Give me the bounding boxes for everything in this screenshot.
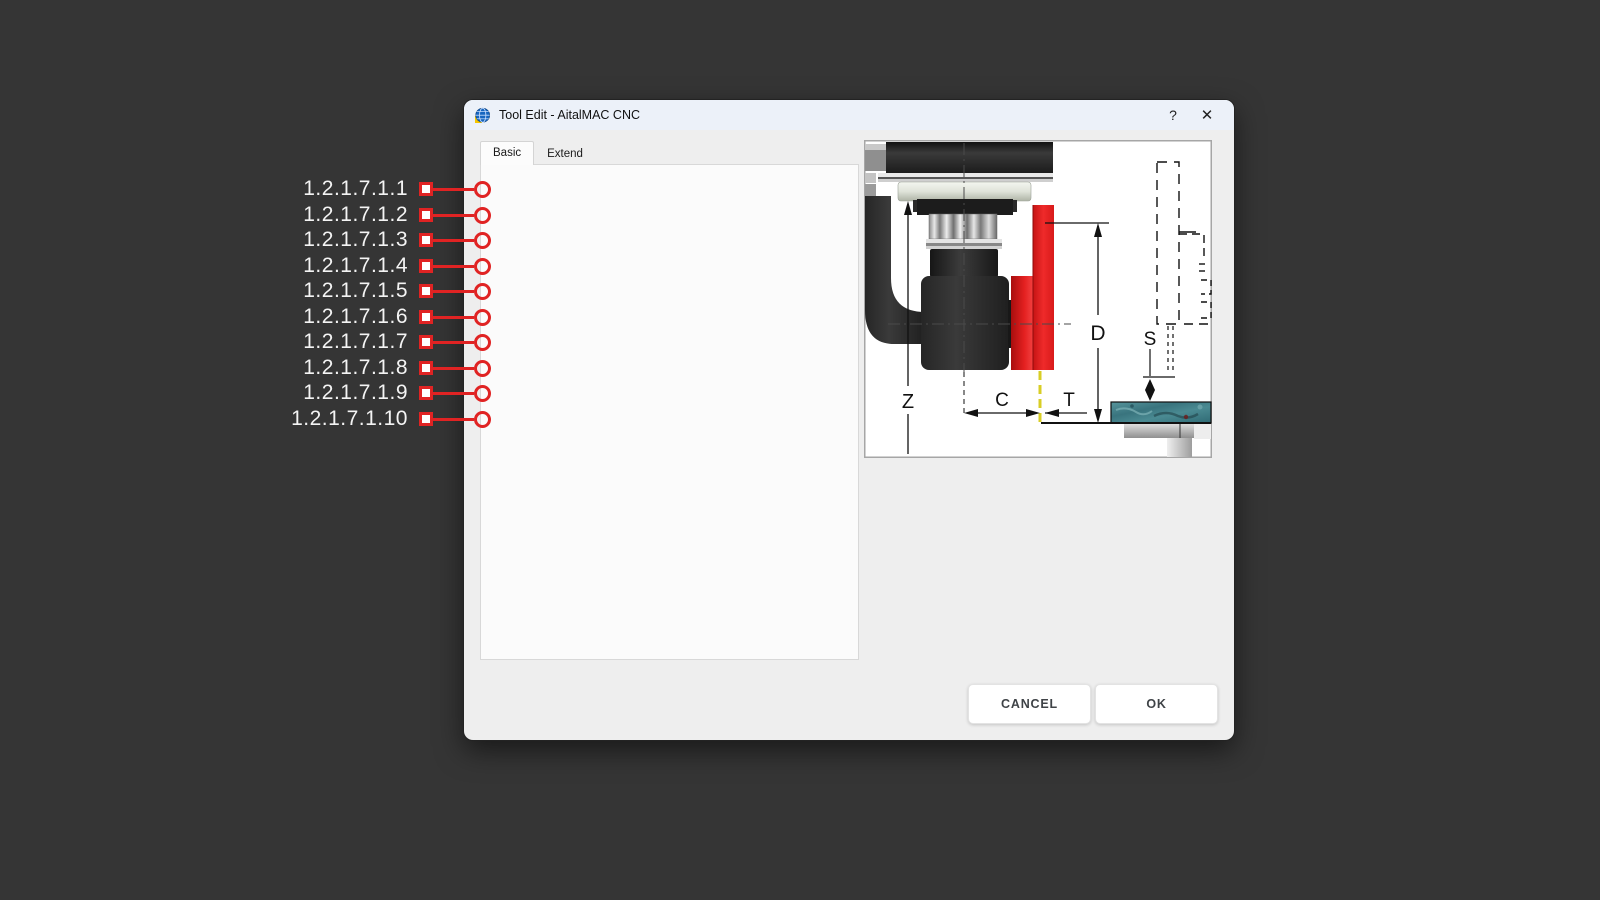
annotation-square-marker: [419, 361, 433, 375]
annotation-circle-marker: [474, 283, 491, 300]
annotation-label: 1.2.1.7.1.5: [303, 279, 408, 303]
annotation-square-marker: [419, 284, 433, 298]
annotation-row: 1.2.1.7.1.8: [140, 355, 491, 381]
annotation-circle-marker: [474, 411, 491, 428]
ok-button[interactable]: OK: [1095, 684, 1218, 724]
marble-slab: [1111, 402, 1211, 423]
annotation-row: 1.2.1.7.1.9: [140, 380, 491, 406]
annotation-circle-marker: [474, 232, 491, 249]
dimension-label-s: S: [1144, 329, 1157, 350]
annotation-circle-marker: [474, 181, 491, 198]
annotation-row: 1.2.1.7.1.4: [140, 253, 491, 279]
annotation-square-marker: [419, 233, 433, 247]
annotation-circle-marker: [474, 258, 491, 275]
annotation-label: 1.2.1.7.1.2: [303, 203, 408, 227]
annotation-label: 1.2.1.7.1.3: [303, 228, 408, 252]
annotation-leader-line: [433, 392, 474, 395]
blade-flange: [1011, 276, 1033, 370]
dimension-label-t: T: [1063, 390, 1075, 411]
annotation-leader-line: [433, 290, 474, 293]
dimension-label-z: Z: [902, 391, 914, 413]
annotation-leader-line: [433, 265, 474, 268]
annotation-label: 1.2.1.7.1.7: [303, 330, 408, 354]
annotation-row: 1.2.1.7.1.1: [140, 176, 491, 202]
annotation-square-marker: [419, 259, 433, 273]
annotation-square-marker: [419, 310, 433, 324]
dimension-label-c: C: [995, 390, 1009, 411]
annotation-label: 1.2.1.7.1.9: [303, 381, 408, 405]
tab-extend[interactable]: Extend: [534, 143, 596, 164]
cancel-button[interactable]: CANCEL: [968, 684, 1091, 724]
dimension-label-d: D: [1090, 322, 1105, 345]
annotation-square-marker: [419, 386, 433, 400]
annotation-label: 1.2.1.7.1.6: [303, 305, 408, 329]
annotation-circle-marker: [474, 309, 491, 326]
annotation-label: 1.2.1.7.1.8: [303, 356, 408, 380]
annotation-label: 1.2.1.7.1.4: [303, 254, 408, 278]
tab-strip: Basic Extend: [480, 141, 596, 164]
annotation-row: 1.2.1.7.1.5: [140, 278, 491, 304]
tool-diagram-panel: Z C T D: [864, 140, 1212, 458]
annotation-circle-marker: [474, 385, 491, 402]
dialog-titlebar[interactable]: Tool Edit - AitalMAC CNC ? ✕: [464, 100, 1234, 130]
close-button[interactable]: ✕: [1190, 102, 1224, 128]
blade: [1033, 205, 1054, 370]
annotation-leader-line: [433, 341, 474, 344]
annotation-circle-marker: [474, 360, 491, 377]
dialog-title: Tool Edit - AitalMAC CNC: [499, 108, 640, 122]
annotation-row: 1.2.1.7.1.3: [140, 227, 491, 253]
tool-edit-dialog: Tool Edit - AitalMAC CNC ? ✕ Basic Exten…: [464, 100, 1234, 740]
annotation-square-marker: [419, 208, 433, 222]
annotation-label: 1.2.1.7.1.10: [291, 407, 408, 431]
annotation-leader-line: [433, 214, 474, 217]
annotation-square-marker: [419, 182, 433, 196]
tab-basic[interactable]: Basic: [480, 141, 534, 165]
annotation-square-marker: [419, 335, 433, 349]
annotation-circle-marker: [474, 207, 491, 224]
globe-app-icon: [474, 107, 491, 124]
annotation-square-marker: [419, 412, 433, 426]
annotation-row: 1.2.1.7.1.10: [140, 406, 491, 432]
annotation-leader-line: [433, 367, 474, 370]
annotation-leader-line: [433, 188, 474, 191]
help-button[interactable]: ?: [1156, 102, 1190, 128]
tool-dimension-diagram: Z C T D: [864, 140, 1212, 458]
annotation-leader-line: [433, 316, 474, 319]
annotation-row: 1.2.1.7.1.2: [140, 202, 491, 228]
annotation-row: 1.2.1.7.1.7: [140, 329, 491, 355]
annotation-label: 1.2.1.7.1.1: [303, 177, 408, 201]
tab-page-basic: [480, 164, 859, 660]
annotation-circle-marker: [474, 334, 491, 351]
annotation-row: 1.2.1.7.1.6: [140, 304, 491, 330]
annotation-leader-line: [433, 418, 474, 421]
annotation-leader-line: [433, 239, 474, 242]
